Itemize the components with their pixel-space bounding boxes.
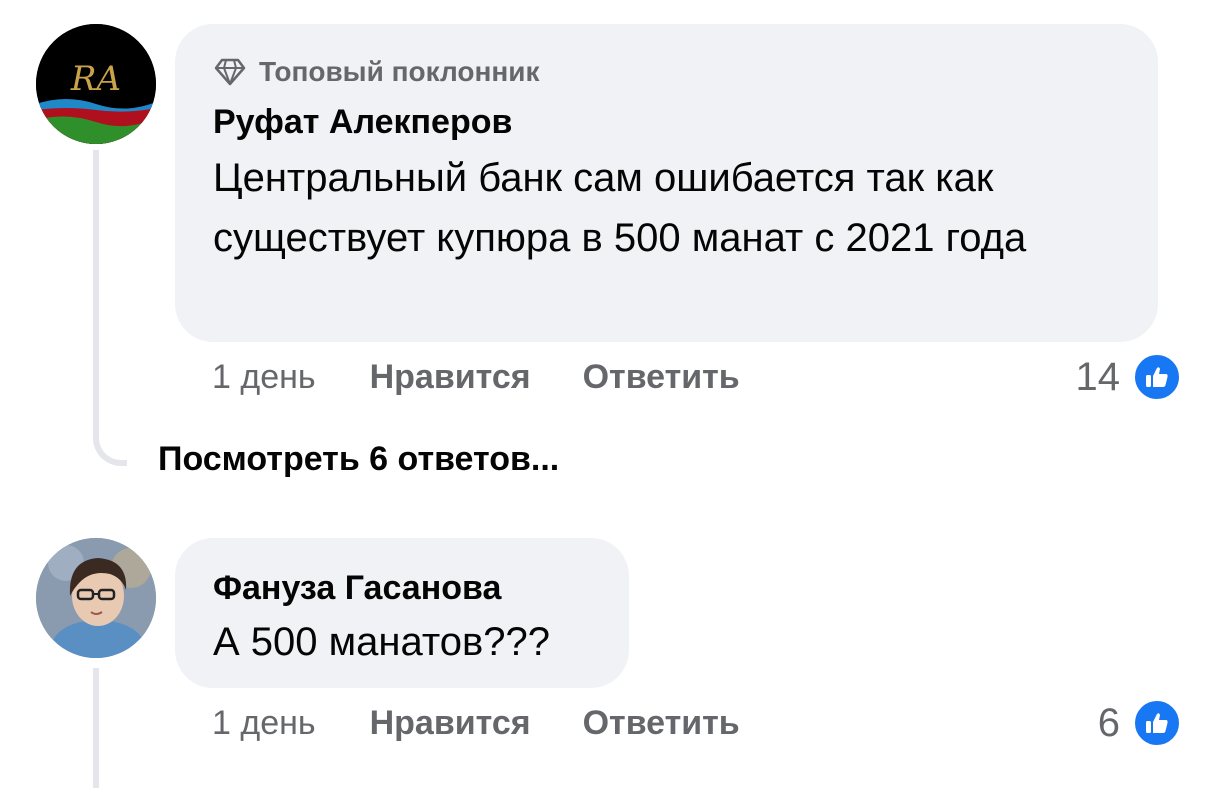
reply-button[interactable]: Ответить [583,704,740,743]
comment-text: Центральный банк сам ошибается так как с… [213,156,1027,260]
reply-button[interactable]: Ответить [583,358,740,397]
view-replies-link[interactable]: Посмотреть 6 ответов... [158,440,559,479]
comment-actions: 1 день Нравится Ответить [212,358,792,397]
thread-connector [93,150,127,466]
thumbs-up-icon [1132,352,1182,402]
reaction-count: 6 [1097,700,1120,745]
like-button[interactable]: Нравится [370,358,531,397]
comment-author[interactable]: Руфат Алекперов [213,100,1120,144]
comment-time[interactable]: 1 день [212,704,316,743]
thumbs-up-icon [1132,698,1182,748]
comment-bubble: Топовый поклонник Руфат Алекперов Центра… [175,24,1158,342]
comment-author[interactable]: Фануза Гасанова [213,566,591,610]
top-fan-badge: Топовый поклонник [213,54,1120,90]
avatar-logo: RA [36,24,156,144]
reaction-summary[interactable]: 6 [1098,698,1182,748]
comment-bubble: Фануза Гасанова А 500 манатов??? [175,538,629,688]
comment-actions: 1 день Нравится Ответить [212,704,792,743]
reaction-count: 14 [1075,354,1121,399]
thread-connector-2 [93,668,99,788]
avatar-photo [36,538,156,658]
reaction-summary[interactable]: 14 [1075,352,1182,402]
like-button[interactable]: Нравится [370,704,531,743]
diamond-icon [214,58,246,86]
comment-text: А 500 манатов??? [213,620,550,664]
comment-time[interactable]: 1 день [212,358,316,397]
avatar[interactable] [36,538,156,658]
badge-label: Топовый поклонник [259,56,540,87]
svg-text:RA: RA [70,59,121,99]
avatar[interactable]: RA [36,24,156,144]
